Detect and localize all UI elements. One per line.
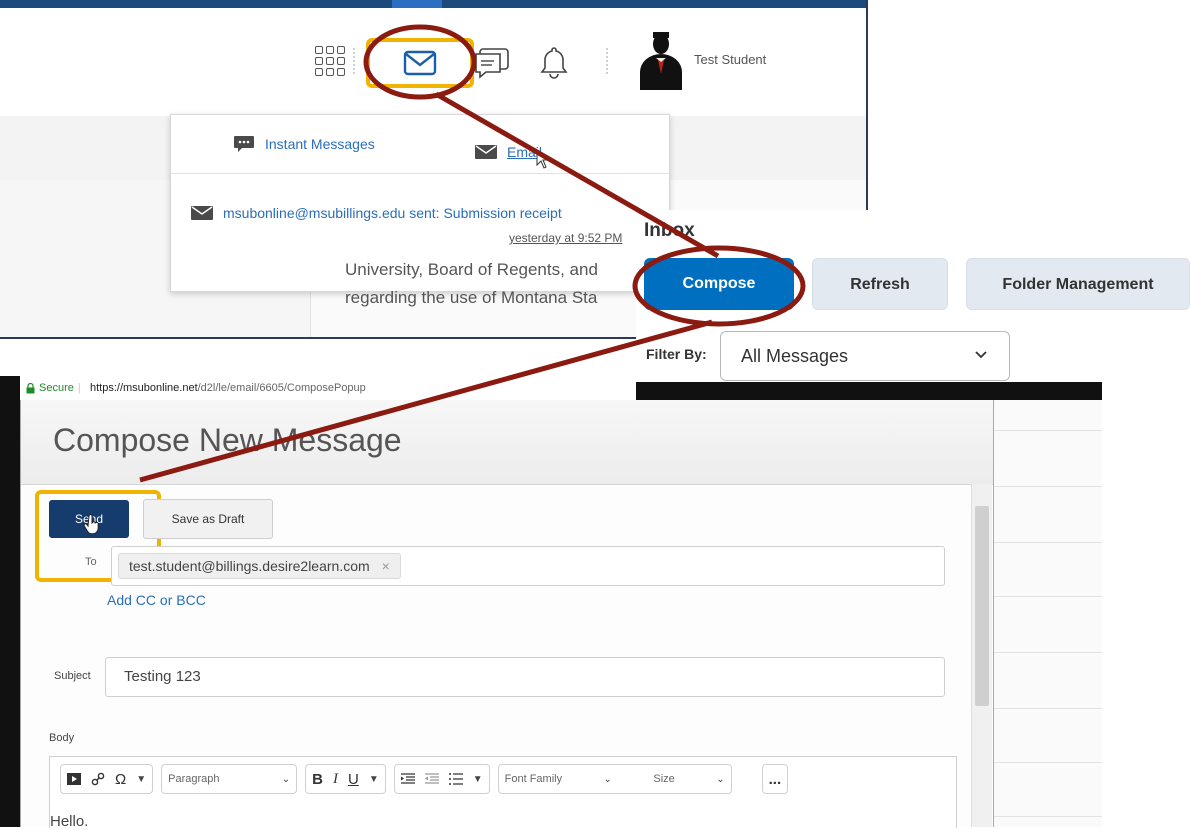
font-family-select[interactable]: Font Family (505, 773, 562, 785)
text-style-group: B I U ▼ (305, 764, 386, 794)
bell-icon[interactable] (538, 44, 570, 80)
underline-button[interactable]: U (348, 771, 359, 788)
page-title: Compose New Message (53, 422, 402, 458)
save-as-draft-button[interactable]: Save as Draft (143, 499, 273, 539)
outdent-icon[interactable] (424, 773, 439, 785)
filter-select-value: All Messages (741, 346, 849, 366)
body-label: Body (49, 732, 75, 744)
remove-recipient-button[interactable]: × (382, 554, 390, 578)
chevron-down-icon[interactable]: ▼ (369, 774, 379, 785)
body-text: Hello. (50, 813, 89, 830)
chevron-down-icon[interactable]: ▼ (136, 774, 146, 785)
bold-button[interactable]: B (312, 771, 323, 788)
chevron-down-icon[interactable]: ⌄ (604, 774, 612, 785)
editor-toolbar: Ω ▼ Paragraph ⌄ B I U ▼ ▼ Font Family ⌄ … (60, 763, 789, 795)
tab-email[interactable]: Email (475, 135, 550, 169)
scrollbar-thumb[interactable] (975, 506, 989, 706)
secure-indicator: Secure | (26, 382, 81, 394)
list-icon[interactable] (448, 773, 463, 785)
chevron-down-icon[interactable]: ⌄ (716, 774, 724, 785)
more-actions-button[interactable]: ... (761, 764, 789, 794)
insert-media-icon[interactable] (67, 773, 81, 785)
tab-instant-messages[interactable]: Instant Messages (233, 135, 375, 153)
compose-dialog: Compose New Message Send Save as Draft T… (20, 400, 994, 830)
tab-instant-messages-label: Instant Messages (265, 136, 375, 152)
insert-toolbar-group: Ω ▼ (60, 764, 154, 794)
message-alerts-button[interactable] (366, 38, 474, 88)
lock-icon (26, 382, 35, 393)
add-cc-bcc-link[interactable]: Add CC or BCC (107, 592, 206, 608)
font-select-group: Font Family ⌄ Size ⌄ (497, 764, 732, 794)
background-text-line: University, Board of Regents, and (345, 260, 598, 279)
scrollbar[interactable] (971, 484, 992, 827)
body-editor[interactable]: Ω ▼ Paragraph ⌄ B I U ▼ ▼ Font Family ⌄ … (49, 756, 957, 830)
more-actions-label: ... (768, 770, 782, 788)
envelope-icon (191, 206, 213, 220)
envelope-icon (403, 50, 437, 76)
chevron-down-icon[interactable]: ▼ (473, 774, 483, 785)
chat-bubbles-icon[interactable] (470, 44, 514, 80)
secure-label: Secure (39, 382, 74, 394)
url-text: https://msubonline.net/d2l/le/email/6605… (90, 382, 366, 394)
compose-window-screenshot: Secure | https://msubonline.net/d2l/le/e… (0, 376, 1102, 830)
refresh-button[interactable]: Refresh (812, 258, 948, 310)
to-field[interactable]: test.student@billings.desire2learn.com × (111, 546, 945, 586)
subject-value: Testing 123 (124, 668, 201, 685)
dialog-title-bar: Compose New Message (21, 400, 993, 485)
folder-management-button[interactable]: Folder Management (966, 258, 1190, 310)
background-list (990, 400, 1102, 827)
filter-by-label: Filter By: (646, 346, 707, 362)
inbox-panel: Inbox Compose Refresh Folder Management … (636, 210, 1190, 382)
user-name[interactable]: Test Student (694, 52, 766, 67)
to-label: To (85, 556, 97, 568)
divider (353, 48, 357, 74)
course-selector-icon[interactable] (315, 46, 345, 76)
recipient-chip: test.student@billings.desire2learn.com × (118, 553, 401, 579)
background-page-text: University, Board of Regents, and regard… (345, 256, 598, 312)
popup-tabs: Instant Messages Email (171, 115, 669, 174)
paragraph-format-select[interactable]: Paragraph ⌄ (161, 764, 298, 794)
subject-field[interactable]: Testing 123 (105, 657, 945, 697)
message-alert-text: msubonline@msubillings.edu sent: Submiss… (223, 205, 562, 221)
url-host: https://msubonline.net (90, 382, 198, 394)
browser-address-bar[interactable]: Secure | https://msubonline.net/d2l/le/e… (20, 376, 636, 401)
instant-message-icon (234, 136, 254, 152)
compose-button[interactable]: Compose (644, 258, 794, 310)
link-icon[interactable] (91, 772, 105, 786)
filter-select[interactable]: All Messages (720, 331, 1010, 381)
avatar[interactable] (636, 30, 686, 90)
font-size-select[interactable]: Size (653, 773, 674, 785)
mouse-cursor-icon (536, 149, 550, 169)
background-text-line: regarding the use of Montana Sta (345, 288, 598, 307)
indent-icon[interactable] (400, 773, 415, 785)
paragraph-select-value: Paragraph (168, 773, 220, 785)
message-alert-time: yesterday at 9:52 PM (509, 231, 623, 245)
recipient-address: test.student@billings.desire2learn.com (129, 558, 370, 574)
inbox-title: Inbox (644, 220, 695, 241)
chevron-down-icon (975, 351, 987, 359)
special-characters-icon[interactable]: Ω (115, 771, 126, 788)
italic-button[interactable]: I (333, 771, 338, 788)
envelope-icon (475, 145, 497, 159)
divider (606, 48, 610, 74)
url-path: /d2l/le/email/6605/ComposePopup (197, 382, 366, 394)
chevron-down-icon: ⌄ (281, 773, 291, 785)
alignment-group: ▼ (393, 764, 490, 794)
subject-label: Subject (54, 670, 91, 682)
message-alert-item[interactable]: msubonline@msubillings.edu sent: Submiss… (191, 205, 661, 221)
